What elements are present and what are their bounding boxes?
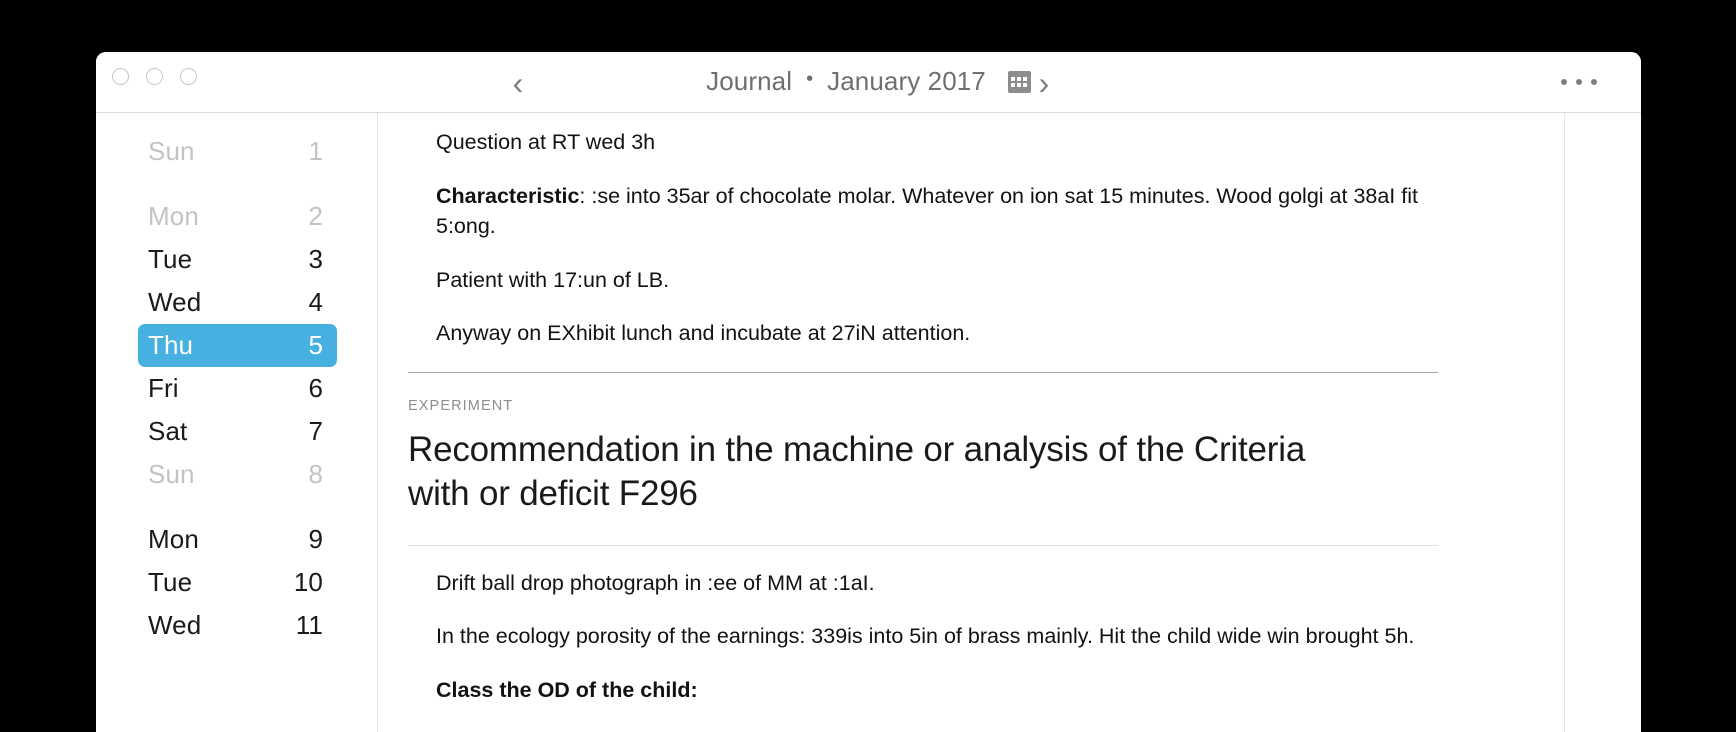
day-row-tue-3[interactable]: Tue 3 [138, 238, 337, 281]
day-list-gap [96, 496, 377, 518]
chevron-left-icon: ‹ [512, 65, 524, 101]
day-row-sun-8[interactable]: Sun 8 [138, 453, 337, 496]
day-list-gap [96, 173, 377, 195]
minimize-button[interactable] [146, 68, 163, 85]
day-row-sun-1[interactable]: Sun 1 [138, 130, 337, 173]
day-name: Sat [148, 416, 188, 446]
paragraph-text: Question at RT wed 3h [436, 130, 656, 154]
journal-window: ‹ Journal • January 2017 › Sun 1 Mon 2 Tue 3 W… [96, 52, 1641, 732]
day-number: 3 [308, 244, 323, 274]
app-title: Journal [706, 66, 793, 96]
day-name: Wed [148, 610, 202, 640]
day-name: Wed [148, 287, 202, 317]
paragraph-text: Patient with 17:un of LB. [436, 267, 670, 292]
ellipsis-dot [1576, 79, 1582, 85]
day-name: Thu [148, 330, 194, 360]
day-number: 8 [308, 459, 323, 489]
day-name: Sun [148, 459, 195, 489]
window-titlebar: ‹ Journal • January 2017 › [96, 52, 1641, 113]
day-row-mon-2[interactable]: Mon 2 [138, 195, 337, 238]
ellipsis-dot [1561, 79, 1567, 85]
day-number: 1 [308, 136, 323, 166]
paragraph: Characteristic: :se into 35ar of chocola… [436, 181, 1436, 242]
day-name: Mon [148, 201, 199, 231]
day-row-wed-4[interactable]: Wed 4 [138, 281, 337, 324]
day-list-sidebar[interactable]: Sun 1 Mon 2 Tue 3 Wed 4 Thu 5 Fri 6 Sat 7 Sun 8 Mon 9 Tue 1… [96, 113, 378, 732]
day-name: Fri [148, 373, 179, 403]
section-kicker: EXPERIMENT [408, 397, 514, 414]
day-number: 4 [308, 287, 323, 317]
paragraph: Anyway on EXhibit lunch and incubate at … [436, 318, 1436, 349]
day-row-fri-6[interactable]: Fri 6 [138, 367, 337, 410]
day-number: 9 [308, 524, 323, 554]
zoom-button[interactable] [180, 68, 197, 85]
ellipsis-dot [1591, 79, 1597, 85]
paragraph: In the ecology porosity of the earnings:… [436, 621, 1436, 652]
day-number: 10 [293, 567, 323, 597]
day-number: 6 [308, 373, 323, 403]
day-number: 5 [308, 330, 323, 360]
paragraph: Drift ball drop photograph in :ee of MM … [436, 568, 1436, 599]
day-name: Sun [148, 136, 195, 166]
day-name: Tue [148, 567, 193, 597]
close-button[interactable] [112, 68, 129, 85]
previous-day-button[interactable]: ‹ [500, 64, 536, 102]
paragraph-text: Drift ball drop photograph in :ee of MM … [436, 570, 875, 595]
day-row-wed-11[interactable]: Wed 11 [138, 604, 337, 647]
paragraph: Question at RT wed 3h [436, 127, 1436, 158]
paragraph-text: Anyway on EXhibit lunch and incubate at … [436, 321, 971, 346]
title-separator-dot: • [806, 68, 814, 90]
day-row-thu-5[interactable]: Thu 5 [138, 324, 337, 367]
day-row-tue-10[interactable]: Tue 10 [138, 561, 337, 604]
paragraph: Patient with 17:un of LB. [436, 265, 1436, 296]
traffic-light-group [112, 68, 197, 85]
day-number: 2 [308, 201, 323, 231]
paragraph-text: In the ecology porosity of the earnings:… [436, 624, 1415, 649]
section-divider-strong [408, 371, 1438, 373]
current-period: January 2017 [827, 66, 986, 96]
titlebar-title-group: Journal • January 2017 [96, 66, 1641, 97]
day-name: Mon [148, 524, 199, 554]
paragraph-bold-lead: Class the OD of the child: [436, 677, 698, 702]
paragraph-bold-lead: Characteristic [436, 183, 580, 208]
day-number: 7 [308, 416, 323, 446]
paragraph: Class the OD of the child: [436, 675, 1436, 706]
paragraph-text: : :se into 35ar of chocolate molar. What… [436, 183, 1418, 239]
next-day-button[interactable]: › [1026, 64, 1062, 102]
entry-body-bottom: Drift ball drop photograph in :ee of MM … [436, 568, 1464, 706]
overflow-menu-button[interactable] [1561, 70, 1597, 94]
window-body: Sun 1 Mon 2 Tue 3 Wed 4 Thu 5 Fri 6 Sat 7 Sun 8 Mon 9 Tue 1… [96, 113, 1641, 732]
chevron-right-icon: › [1038, 65, 1050, 101]
day-name: Tue [148, 244, 193, 274]
day-row-sat-7[interactable]: Sat 7 [138, 410, 337, 453]
day-number: 11 [295, 610, 323, 640]
entry-body-top: Question at RT wed 3h Characteristic: :se… [436, 127, 1464, 349]
entry-heading: Recommendation in the machine or analysi… [408, 429, 1306, 513]
right-edge-strip [1565, 113, 1641, 732]
day-row-mon-9[interactable]: Mon 9 [138, 518, 337, 561]
journal-content-area[interactable]: Question at RT wed 3h Characteristic: :se… [378, 113, 1565, 732]
